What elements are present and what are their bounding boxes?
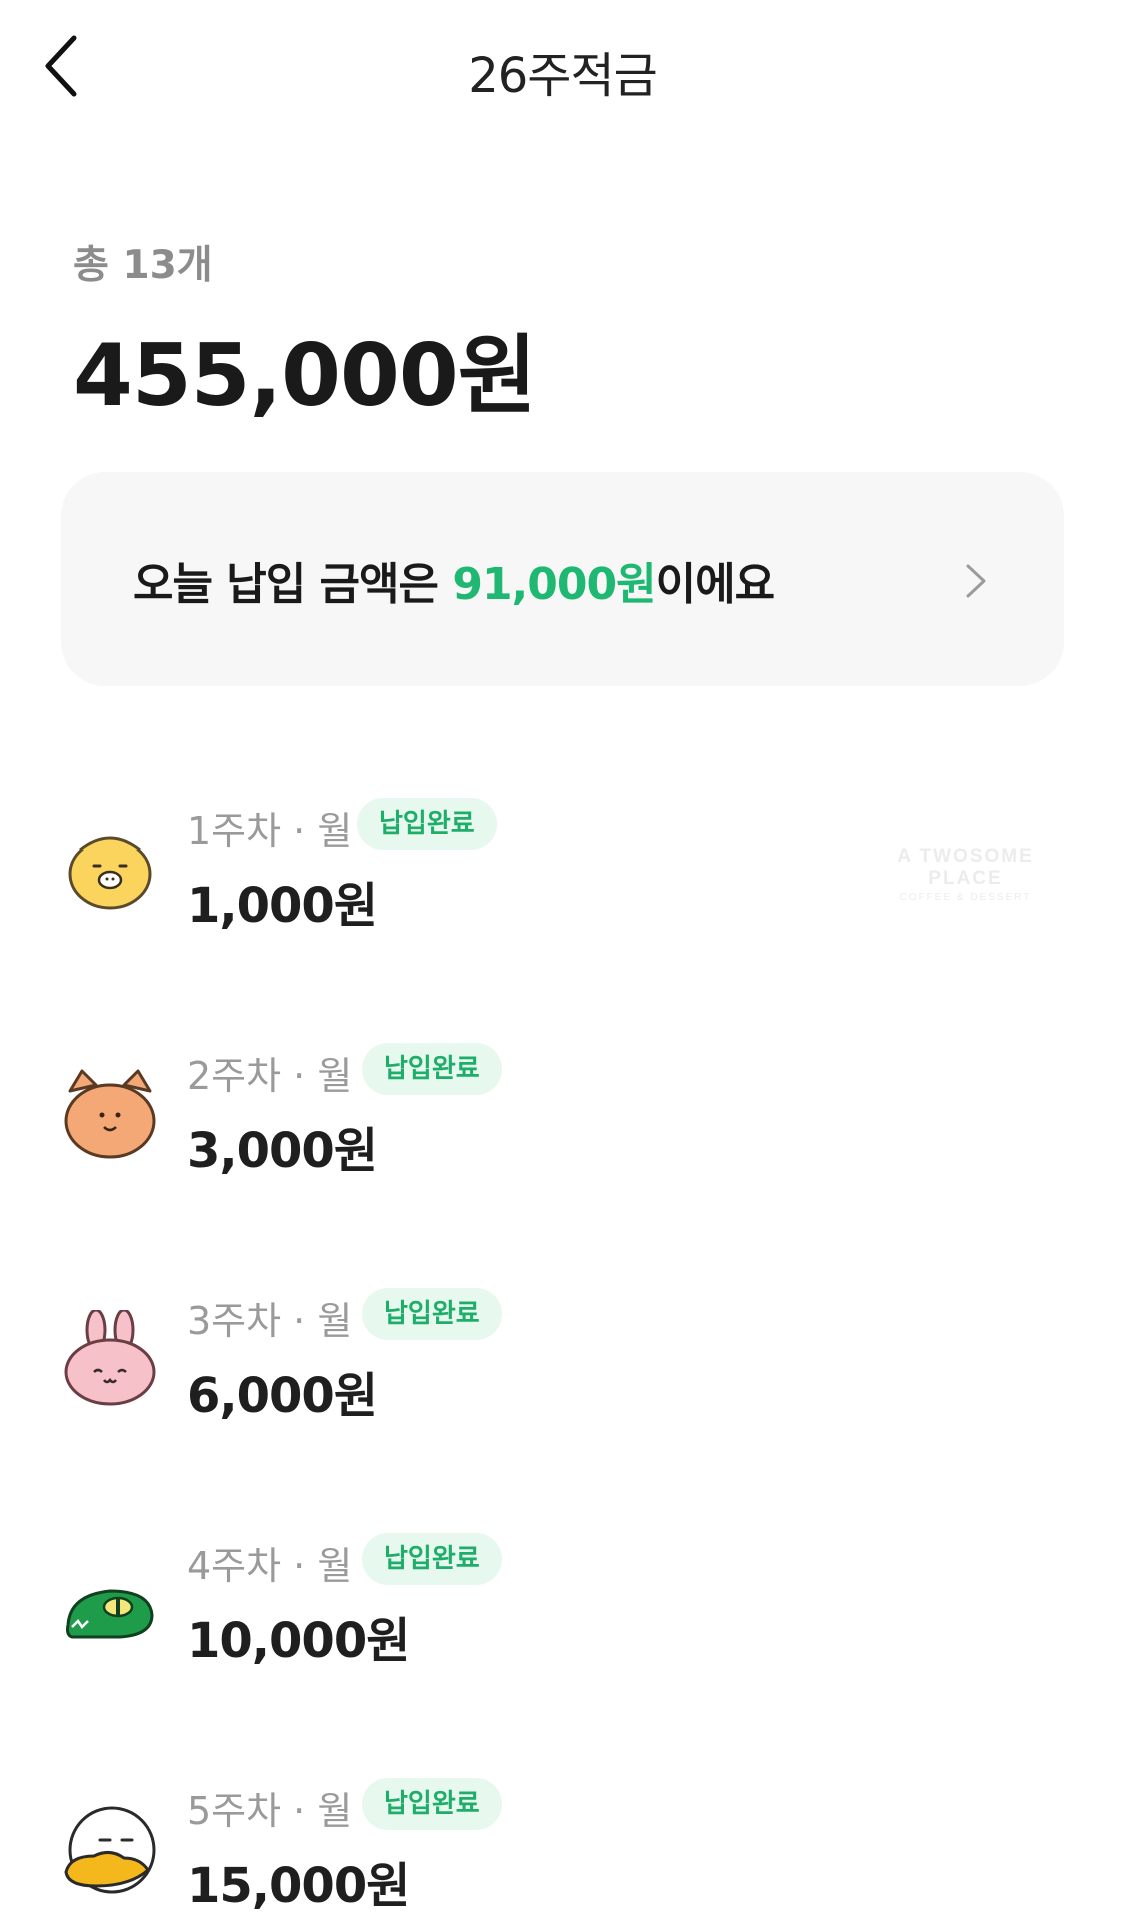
week-label: 3주차 · 월 [187,1299,353,1343]
week-label: 5주차 · 월 [187,1789,353,1833]
payment-row[interactable]: 3주차 · 월 납입완료 6,000원 [0,1270,1125,1450]
payment-amount: 3,000원 [187,1123,378,1179]
today-suffix: 이에요 [655,559,775,610]
duck-character-icon [64,1806,156,1894]
status-badge: 납입완료 [362,1533,502,1585]
status-badge: 납입완료 [362,1778,502,1830]
total-count-label: 총 13개 [73,243,213,288]
week-label: 2주차 · 월 [187,1054,353,1098]
navigation-bar: 26주적금 [0,0,1125,135]
payment-amount: 15,000원 [187,1858,410,1914]
week-label: 4주차 · 월 [187,1544,353,1588]
tiger-character-icon [64,1069,156,1159]
page-title: 26주적금 [468,48,658,104]
rabbit-character-icon [64,1310,156,1406]
chevron-right-icon [966,564,986,598]
today-payment-card[interactable]: 오늘 납입 금액은 91,000원이에요 [61,472,1064,686]
payment-row[interactable]: 5주차 · 월 납입완료 15,000원 [0,1760,1125,1917]
today-payment-text: 오늘 납입 금액은 91,000원이에요 [133,548,775,612]
lion-character-icon [68,836,152,910]
week-label: 1주차 · 월 [187,809,353,853]
today-amount: 91,000원 [452,559,656,610]
payment-amount: 6,000원 [187,1368,378,1424]
total-amount: 455,000원 [73,326,537,426]
crocodile-character-icon [66,1589,154,1639]
payment-amount: 10,000원 [187,1613,410,1669]
payment-row[interactable]: 1주차 · 월 납입완료 1,000원 [0,780,1125,960]
today-prefix: 오늘 납입 금액은 [133,559,453,610]
payment-row[interactable]: 4주차 · 월 납입완료 10,000원 [0,1515,1125,1695]
savings-detail-screen: 26주적금 총 13개 455,000원 오늘 납입 금액은 91,000원이에… [0,0,1125,1917]
status-badge: 납입완료 [362,1288,502,1340]
status-badge: 납입완료 [357,798,497,850]
payment-amount: 1,000원 [187,878,378,934]
status-badge: 납입완료 [362,1043,502,1095]
payment-row[interactable]: 2주차 · 월 납입완료 3,000원 [0,1025,1125,1205]
